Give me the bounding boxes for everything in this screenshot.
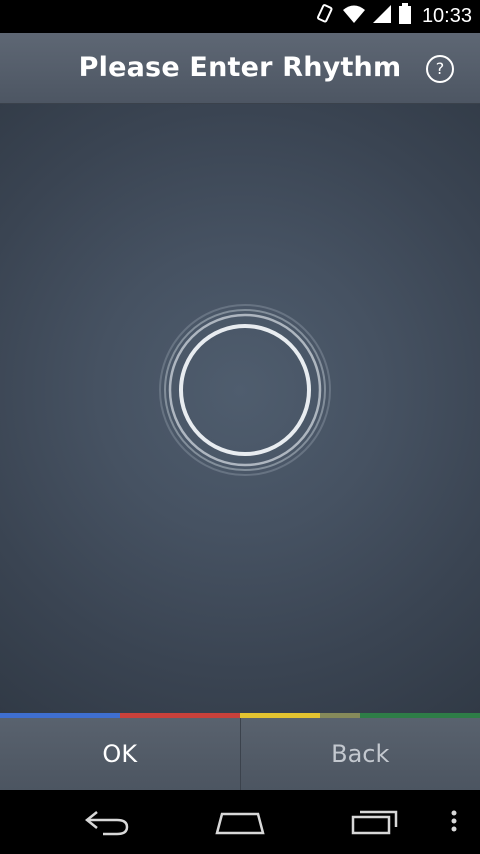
- page-title: Please Enter Rhythm: [78, 52, 402, 83]
- help-button[interactable]: ?: [426, 55, 454, 83]
- title-bar: Please Enter Rhythm ?: [0, 33, 480, 104]
- navigation-bar: [0, 790, 480, 854]
- rhythm-tap-button[interactable]: [155, 300, 335, 480]
- wifi-icon: [342, 4, 366, 29]
- back-button[interactable]: Back: [241, 718, 480, 790]
- back-icon[interactable]: [83, 808, 131, 841]
- recents-icon[interactable]: [350, 808, 400, 841]
- rotation-icon: [314, 3, 336, 30]
- status-bar: 10:33: [0, 0, 480, 33]
- menu-icon[interactable]: [449, 808, 459, 841]
- battery-icon: [398, 3, 412, 30]
- status-icons: 10:33: [314, 0, 472, 33]
- help-icon: ?: [435, 59, 445, 78]
- rhythm-input-area[interactable]: [0, 104, 480, 714]
- ok-button[interactable]: OK: [0, 718, 241, 790]
- rhythm-rings-icon: [159, 304, 331, 476]
- button-bar: OK Back: [0, 718, 480, 790]
- status-time: 10:33: [421, 5, 472, 27]
- signal-icon: [372, 4, 392, 29]
- home-icon[interactable]: [214, 808, 266, 841]
